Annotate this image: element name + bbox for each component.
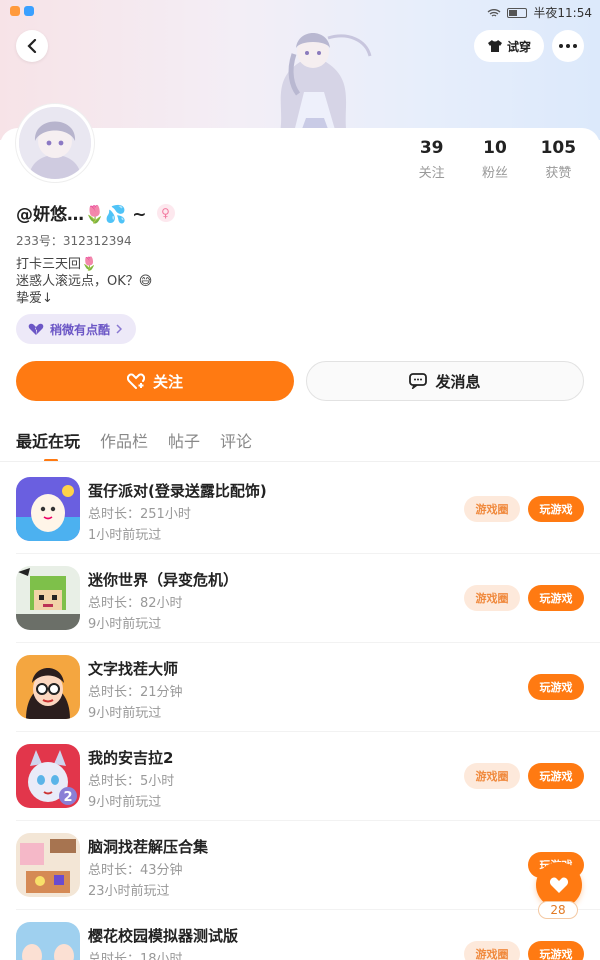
game-duration: 总时长：43分钟: [88, 863, 183, 878]
bio-line: 打卡三天回🌷: [16, 257, 98, 272]
game-circle-button[interactable]: 游戏圈: [464, 763, 520, 789]
user-id: 233号：312312394: [16, 234, 132, 248]
play-game-button[interactable]: 玩游戏: [528, 674, 584, 700]
game-circle-button[interactable]: 游戏圈: [464, 585, 520, 611]
list-item[interactable]: 蛋仔派对(登录送露比配饰) 总时长：251小时 1小时前玩过 游戏圈 玩游戏: [16, 465, 600, 554]
wifi-icon: [487, 8, 501, 17]
game-last-played: 9小时前玩过: [88, 617, 162, 632]
app-notification-icon: [24, 6, 34, 16]
game-last-played: 9小时前玩过: [88, 706, 162, 721]
bio-line: 挚爱↓: [16, 291, 53, 306]
game-title: 我的安吉拉2: [88, 749, 174, 767]
female-icon: ♀: [156, 203, 175, 222]
game-last-played: 1小时前玩过: [88, 528, 162, 543]
heart-plus-icon: [126, 373, 145, 389]
send-message-button[interactable]: 发消息: [306, 361, 584, 401]
list-item[interactable]: 2 我的安吉拉2 总时长：5小时 9小时前玩过 游戏圈 玩游戏: [16, 732, 600, 821]
game-duration: 总时长：5小时: [88, 774, 175, 789]
game-icon-mini-world: [16, 566, 80, 630]
stat-likes[interactable]: 105 获赞: [527, 138, 590, 181]
stat-following[interactable]: 39 关注: [400, 138, 463, 181]
like-count-badge: 28: [538, 901, 578, 919]
bio: 打卡三天回🌷 迷惑人滚远点，OK？😅 挚爱↓: [16, 256, 152, 307]
game-title: 脑洞找茬解压合集: [88, 838, 209, 856]
message-label: 发消息: [435, 372, 481, 391]
stat-label: 获赞: [545, 166, 572, 181]
shirt-icon: [487, 40, 502, 52]
tab-posts[interactable]: 帖子: [168, 428, 200, 462]
stat-value: 39: [419, 138, 444, 158]
recent-games-list: 蛋仔派对(登录送露比配饰) 总时长：251小时 1小时前玩过 游戏圈 玩游戏 迷…: [0, 465, 600, 960]
game-circle-button[interactable]: 游戏圈: [464, 941, 520, 960]
broken-heart-icon: [28, 323, 44, 335]
chat-bubble-icon: [409, 373, 428, 389]
profile-stats: 39 关注 10 粉丝 105 获赞: [400, 138, 590, 181]
heart-icon: [549, 877, 569, 893]
game-duration: 总时长：82小时: [88, 596, 183, 611]
nickname-row: @妍悠…🌷💦 ~ ♀: [16, 200, 175, 225]
tag-label: 稍微有点酷: [50, 322, 111, 337]
user-avatar-image: [19, 107, 91, 179]
game-last-played: 9小时前玩过: [88, 795, 162, 810]
game-duration: 总时长：21分钟: [88, 685, 183, 700]
chevron-right-icon: [116, 324, 123, 334]
more-dots-icon: [559, 44, 577, 48]
try-on-button[interactable]: 试穿: [474, 30, 544, 62]
list-item[interactable]: 文字找茬大师 总时长：21分钟 9小时前玩过 玩游戏: [16, 643, 600, 732]
more-button[interactable]: [552, 30, 584, 62]
personality-tag[interactable]: 稍微有点酷: [16, 314, 137, 344]
follow-label: 关注: [152, 372, 183, 391]
stat-value: 105: [540, 138, 577, 158]
avatar[interactable]: [16, 104, 94, 182]
game-icon-brain-spot-difference: [16, 833, 80, 897]
svg-text:2: 2: [63, 790, 72, 805]
bio-line: 迷惑人滚远点，OK？😅: [16, 274, 153, 289]
game-icon-sakura-school: [16, 922, 80, 960]
list-item[interactable]: 脑洞找茬解压合集 总时长：43分钟 23小时前玩过 玩游戏: [16, 821, 600, 910]
tab-divider: [0, 461, 600, 462]
game-last-played: 23小时前玩过: [88, 884, 170, 899]
play-game-button[interactable]: 玩游戏: [528, 585, 584, 611]
stat-followers[interactable]: 10 粉丝: [463, 138, 526, 181]
play-game-button[interactable]: 玩游戏: [528, 763, 584, 789]
status-app-icons: [10, 6, 34, 16]
stat-label: 关注: [418, 166, 445, 181]
game-title: 文字找茬大师: [88, 660, 179, 678]
game-circle-button[interactable]: 游戏圈: [464, 496, 520, 522]
list-item[interactable]: 樱花校园模拟器测试版 总时长：18小时 游戏圈 玩游戏: [16, 910, 600, 960]
chevron-left-icon: [27, 39, 37, 53]
game-icon-my-angela-2: 2: [16, 744, 80, 808]
back-button[interactable]: [16, 30, 48, 62]
game-title: 樱花校园模拟器测试版: [88, 927, 239, 945]
battery-icon: [507, 7, 528, 18]
tab-recently-played[interactable]: 最近在玩: [16, 428, 80, 462]
stat-value: 10: [483, 138, 507, 158]
game-title: 迷你世界（异变危机）: [88, 571, 239, 589]
tab-comments[interactable]: 评论: [220, 428, 252, 462]
stat-label: 粉丝: [481, 166, 508, 181]
list-item[interactable]: 迷你世界（异变危机） 总时长：82小时 9小时前玩过 游戏圈 玩游戏: [16, 554, 600, 643]
status-bar: 半夜11:54: [0, 0, 600, 24]
profile-tabs: 最近在玩 作品栏 帖子 评论: [16, 428, 252, 462]
follow-button[interactable]: 关注: [16, 361, 294, 401]
status-time: 半夜11:54: [533, 6, 592, 20]
game-icon-text-spot-difference: [16, 655, 80, 719]
try-on-label: 试穿: [506, 39, 531, 54]
profile-hero-banner: 半夜11:54 试穿: [0, 0, 600, 140]
nickname: @妍悠…🌷💦 ~: [16, 205, 147, 225]
play-game-button[interactable]: 玩游戏: [528, 496, 584, 522]
game-title: 蛋仔派对(登录送露比配饰): [88, 482, 267, 500]
game-duration: 总时长：251小时: [88, 507, 191, 522]
play-game-button[interactable]: 玩游戏: [528, 941, 584, 960]
game-icon-eggy-party: [16, 477, 80, 541]
character-avatar-art: [278, 33, 372, 140]
game-duration: 总时长：18小时: [88, 952, 183, 960]
tab-works[interactable]: 作品栏: [100, 428, 148, 462]
app-notification-icon: [10, 6, 20, 16]
